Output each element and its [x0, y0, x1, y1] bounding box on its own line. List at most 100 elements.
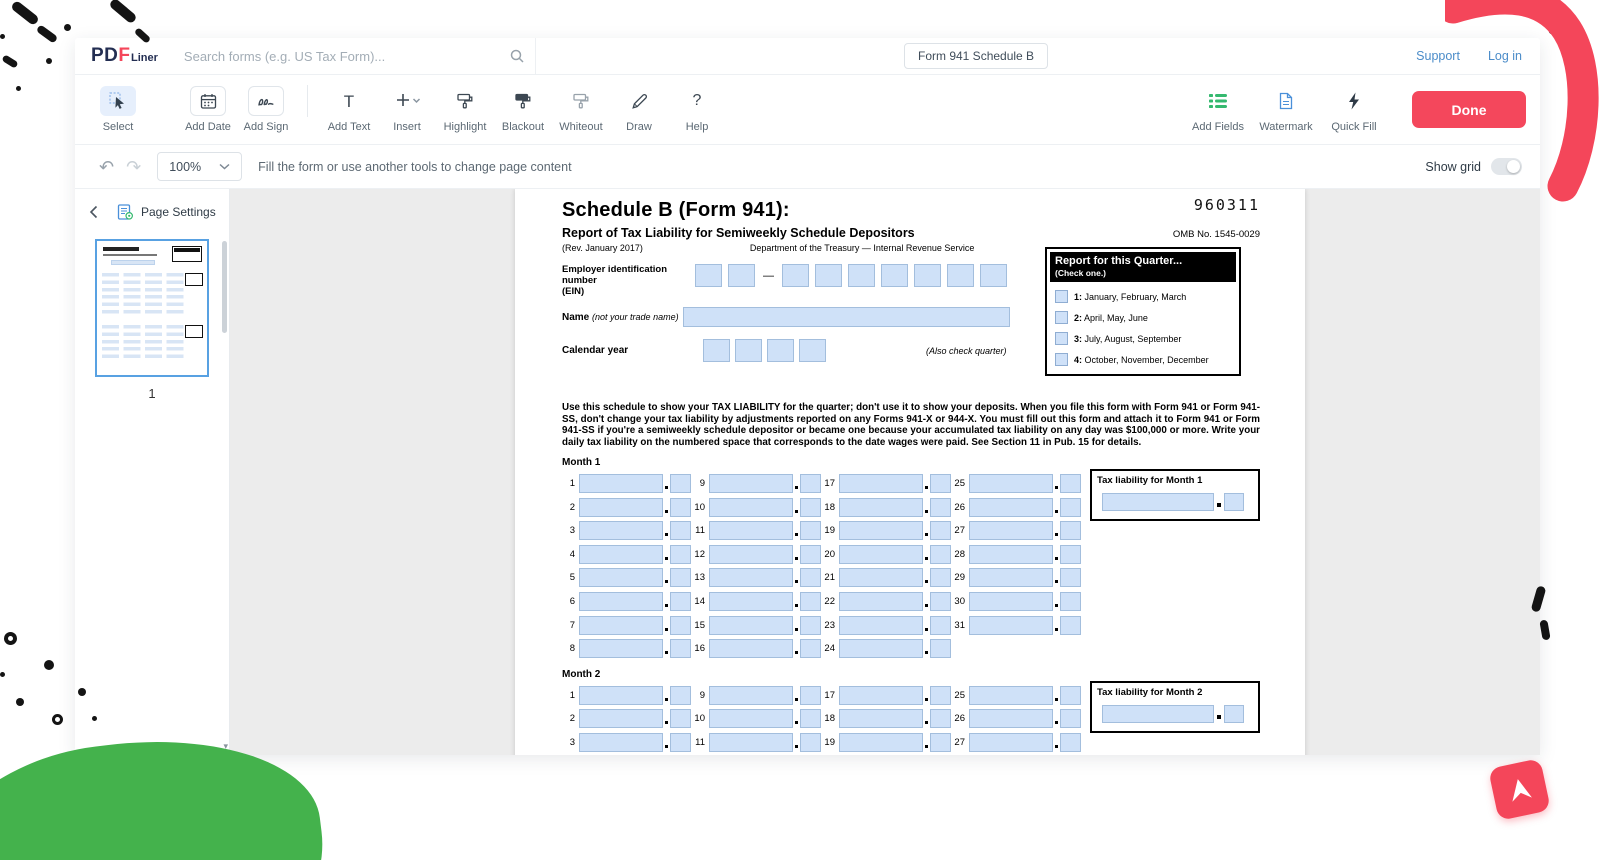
- day-cents-input[interactable]: [930, 592, 951, 611]
- tool-add-date[interactable]: Add Date: [179, 86, 237, 133]
- day-cents-input[interactable]: [670, 616, 691, 635]
- day-cents-input[interactable]: [670, 498, 691, 517]
- day-cents-input[interactable]: [930, 639, 951, 658]
- day-amount-input[interactable]: [579, 686, 663, 705]
- day-amount-input[interactable]: [839, 709, 923, 728]
- day-cents-input[interactable]: [930, 686, 951, 705]
- day-amount-input[interactable]: [969, 733, 1053, 752]
- tool-whiteout[interactable]: Whiteout: [552, 86, 610, 133]
- day-amount-input[interactable]: [579, 568, 663, 587]
- day-cents-input[interactable]: [1060, 616, 1081, 635]
- day-cents-input[interactable]: [1060, 474, 1081, 493]
- day-amount-input[interactable]: [709, 592, 793, 611]
- day-cents-input[interactable]: [800, 639, 821, 658]
- current-document-title[interactable]: Form 941 Schedule B: [904, 43, 1048, 69]
- day-cents-input[interactable]: [800, 686, 821, 705]
- tool-highlight[interactable]: Highlight: [436, 86, 494, 133]
- year-digit-input[interactable]: [767, 339, 794, 362]
- zoom-select[interactable]: 100%: [157, 152, 242, 181]
- page-thumbnail[interactable]: [95, 239, 209, 377]
- day-amount-input[interactable]: [709, 733, 793, 752]
- day-amount-input[interactable]: [709, 616, 793, 635]
- search-input[interactable]: [184, 49, 509, 64]
- scrollbar-thumb[interactable]: [222, 241, 227, 333]
- day-amount-input[interactable]: [579, 616, 663, 635]
- ein-digit-input[interactable]: [782, 264, 809, 287]
- day-amount-input[interactable]: [839, 592, 923, 611]
- ein-digit-input[interactable]: [980, 264, 1007, 287]
- day-cents-input[interactable]: [670, 545, 691, 564]
- day-cents-input[interactable]: [1060, 709, 1081, 728]
- day-cents-input[interactable]: [800, 498, 821, 517]
- ein-digit-input[interactable]: [881, 264, 908, 287]
- ein-digit-input[interactable]: [728, 264, 755, 287]
- document-viewport[interactable]: 960311 Schedule B (Form 941): Report of …: [230, 189, 1540, 755]
- day-cents-input[interactable]: [1060, 592, 1081, 611]
- day-cents-input[interactable]: [670, 639, 691, 658]
- tool-quick-fill[interactable]: Quick Fill: [1320, 86, 1388, 133]
- day-amount-input[interactable]: [839, 733, 923, 752]
- day-cents-input[interactable]: [800, 474, 821, 493]
- undo-icon[interactable]: ↶: [93, 158, 120, 176]
- tax-liability-month2-cents-input[interactable]: [1224, 705, 1244, 723]
- tool-add-fields[interactable]: Add Fields: [1184, 86, 1252, 133]
- day-amount-input[interactable]: [839, 616, 923, 635]
- collapse-sidebar-icon[interactable]: [89, 205, 98, 219]
- day-cents-input[interactable]: [930, 498, 951, 517]
- name-input[interactable]: [683, 307, 1010, 327]
- day-cents-input[interactable]: [800, 709, 821, 728]
- day-cents-input[interactable]: [1060, 545, 1081, 564]
- day-amount-input[interactable]: [969, 709, 1053, 728]
- tax-liability-month2-input[interactable]: [1102, 705, 1214, 723]
- sidebar-scrollbar[interactable]: [222, 241, 227, 711]
- day-cents-input[interactable]: [670, 474, 691, 493]
- day-amount-input[interactable]: [709, 545, 793, 564]
- day-amount-input[interactable]: [709, 568, 793, 587]
- day-cents-input[interactable]: [670, 733, 691, 752]
- day-cents-input[interactable]: [1060, 498, 1081, 517]
- day-cents-input[interactable]: [930, 474, 951, 493]
- day-amount-input[interactable]: [969, 474, 1053, 493]
- day-amount-input[interactable]: [969, 686, 1053, 705]
- day-amount-input[interactable]: [839, 498, 923, 517]
- quarter-2-checkbox[interactable]: [1055, 311, 1068, 324]
- day-cents-input[interactable]: [1060, 568, 1081, 587]
- day-amount-input[interactable]: [579, 521, 663, 540]
- day-amount-input[interactable]: [969, 521, 1053, 540]
- tool-add-text[interactable]: T Add Text: [320, 86, 378, 133]
- day-amount-input[interactable]: [709, 498, 793, 517]
- day-cents-input[interactable]: [930, 709, 951, 728]
- day-amount-input[interactable]: [839, 474, 923, 493]
- day-cents-input[interactable]: [1060, 686, 1081, 705]
- tax-liability-month1-input[interactable]: [1102, 493, 1214, 511]
- day-cents-input[interactable]: [800, 592, 821, 611]
- day-amount-input[interactable]: [579, 474, 663, 493]
- day-cents-input[interactable]: [670, 592, 691, 611]
- day-cents-input[interactable]: [800, 521, 821, 540]
- day-cents-input[interactable]: [1060, 521, 1081, 540]
- day-cents-input[interactable]: [800, 545, 821, 564]
- day-amount-input[interactable]: [709, 709, 793, 728]
- pdfliner-logo[interactable]: PDFLiner: [91, 45, 158, 67]
- tool-add-sign[interactable]: Add Sign: [237, 86, 295, 133]
- day-amount-input[interactable]: [579, 545, 663, 564]
- day-cents-input[interactable]: [930, 568, 951, 587]
- day-cents-input[interactable]: [800, 733, 821, 752]
- day-amount-input[interactable]: [709, 639, 793, 658]
- day-amount-input[interactable]: [839, 521, 923, 540]
- ein-digit-input[interactable]: [914, 264, 941, 287]
- day-amount-input[interactable]: [579, 639, 663, 658]
- quarter-3-checkbox[interactable]: [1055, 332, 1068, 345]
- tool-watermark[interactable]: Watermark: [1252, 86, 1320, 133]
- day-cents-input[interactable]: [800, 568, 821, 587]
- ein-digit-input[interactable]: [947, 264, 974, 287]
- tool-draw[interactable]: Draw: [610, 86, 668, 133]
- year-digit-input[interactable]: [735, 339, 762, 362]
- day-amount-input[interactable]: [579, 709, 663, 728]
- year-digit-input[interactable]: [703, 339, 730, 362]
- day-amount-input[interactable]: [969, 568, 1053, 587]
- day-amount-input[interactable]: [579, 592, 663, 611]
- year-digit-input[interactable]: [799, 339, 826, 362]
- day-cents-input[interactable]: [670, 709, 691, 728]
- day-amount-input[interactable]: [839, 639, 923, 658]
